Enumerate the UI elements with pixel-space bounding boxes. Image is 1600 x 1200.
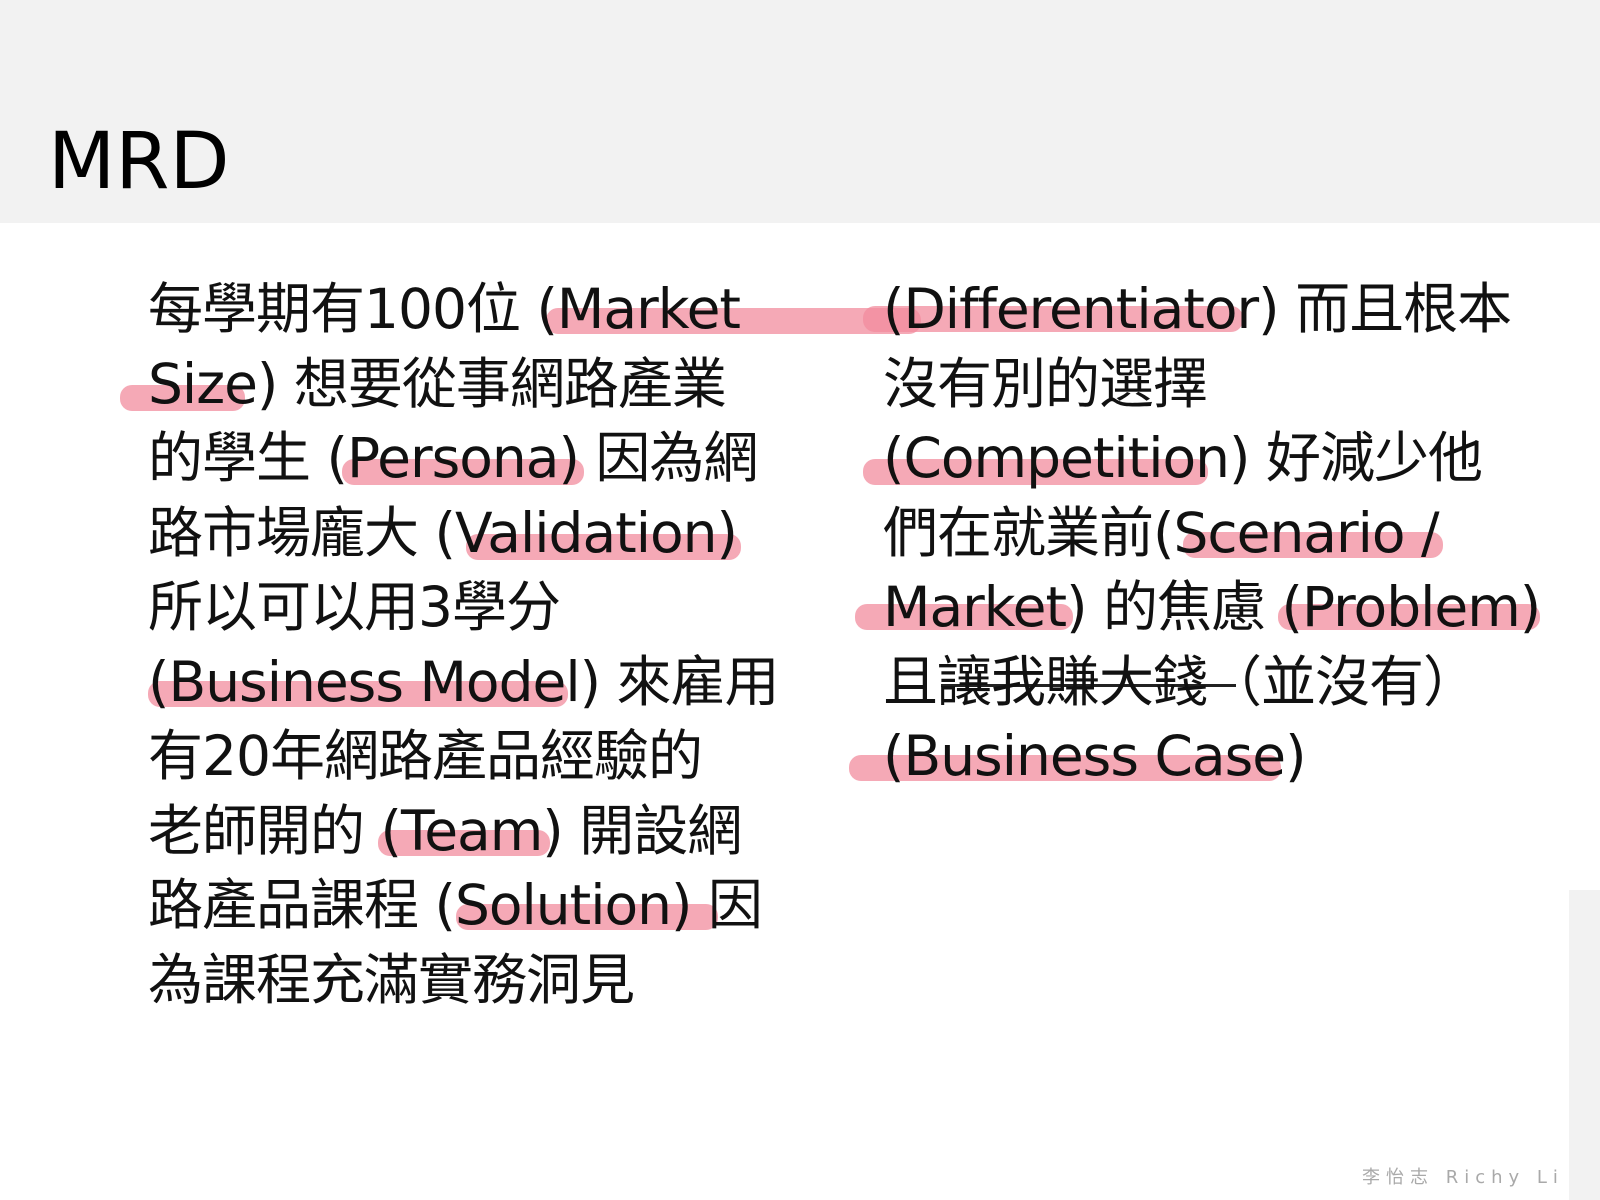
line-text: 所以可以用3學分 [148,575,561,639]
slide-header: MRD [0,0,1600,223]
text-line: 老師開的 (Team) 開設網 [148,794,808,869]
line-text: 有20年網路產品經驗的 [148,724,703,788]
text-line: 們在就業前(Scenario / [883,496,1563,571]
text-line: 路產品課程 (Solution) 因 [148,868,808,943]
line-text: 的學生 (Persona) 因為網 [148,426,758,490]
text-line: (Business Case) [849,719,1563,794]
text-line: (Business Model) 來雇用 [148,645,808,720]
right-column: (Differentiator) 而且根本 沒有別的選擇 (Competitio… [849,272,1563,794]
line-text: 老師開的 (Team) 開設網 [148,798,742,863]
slide-title: MRD [48,117,230,207]
line-text: 為課程充滿實務洞見 [148,947,635,1012]
side-strip [1569,890,1600,1200]
line-text: 路產品課程 (Solution) 因 [148,873,763,937]
line-text: Market) 的焦慮 (Problem) [883,575,1541,639]
text-line: 且讓我賺大錢（並沒有） [883,645,1563,720]
text-line: 所以可以用3學分 [148,570,808,645]
text-line: Size) 想要從事網路產業 [120,347,808,422]
line-text: (Competition) 好減少他 [883,426,1483,490]
line-text: 每學期有100位 (Market [148,277,741,341]
line-text: (Business Case) [883,724,1307,788]
line-text: (Business Model) 來雇用 [148,649,780,714]
text-line: 有20年網路產品經驗的 [148,719,808,794]
text-line: Market) 的焦慮 (Problem) [855,570,1563,645]
line-text: 且讓我賺大錢（並沒有） [883,649,1478,714]
line-text: 們在就業前(Scenario / [883,500,1440,565]
text-line: (Differentiator) 而且根本 [863,272,1563,347]
text-line: 路市場龐大 (Validation) [148,496,808,571]
text-line: 每學期有100位 (Market [148,272,921,347]
line-text: 路市場龐大 (Validation) [148,500,738,565]
text-line: 沒有別的選擇 [883,347,1563,422]
line-text: Size) 想要從事網路產業 [148,351,727,416]
text-line: 為課程充滿實務洞見 [148,943,808,1018]
line-text: 沒有別的選擇 [883,351,1208,416]
text-line: 的學生 (Persona) 因為網 [148,421,808,496]
slide-footer-credit: 李怡志 Richy Li [1362,1167,1564,1188]
text-line: (Competition) 好減少他 [863,421,1563,496]
line-text: (Differentiator) 而且根本 [883,277,1512,341]
left-column: 每學期有100位 (Market Size) 想要從事網路產業 的學生 (Per… [120,272,921,1018]
